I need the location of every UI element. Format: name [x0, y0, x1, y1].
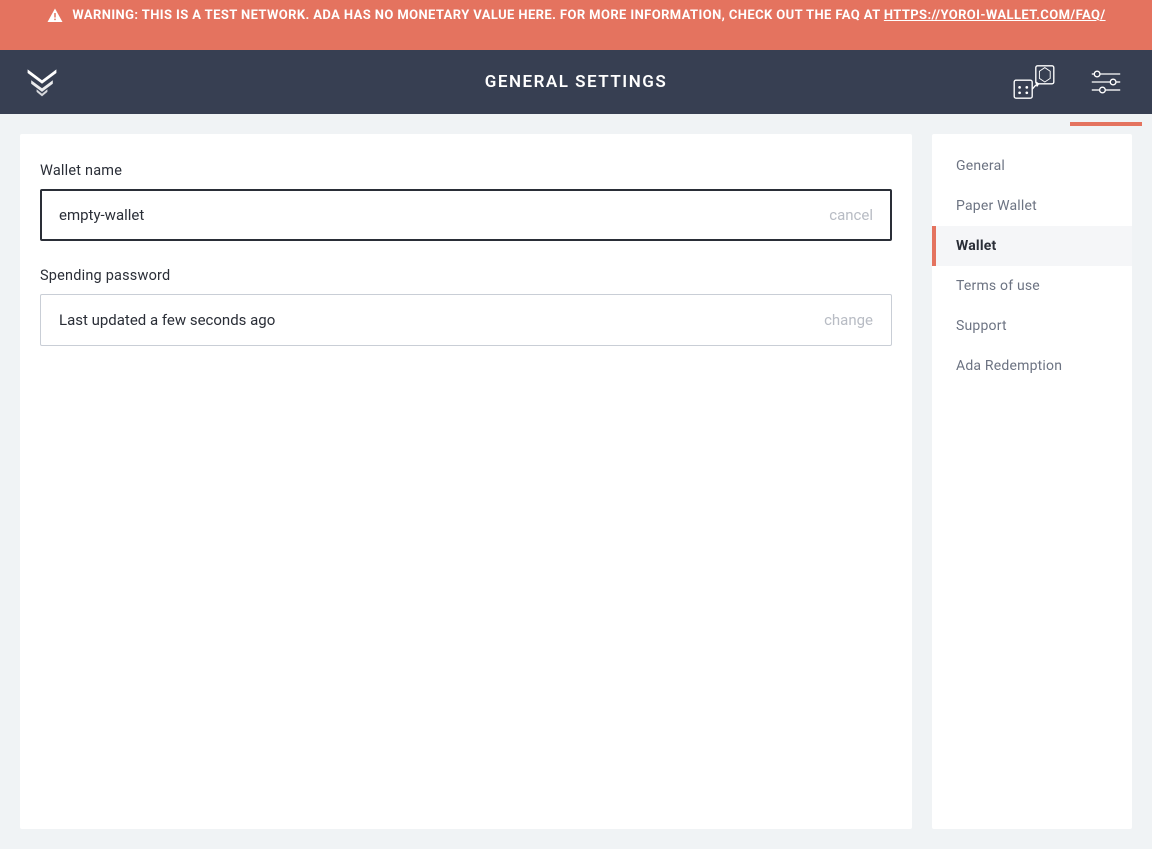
spending-password-status: Last updated a few seconds ago — [59, 311, 812, 329]
sidebar-item-paper-wallet[interactable]: Paper Wallet — [932, 186, 1132, 226]
sidebar-item-general[interactable]: General — [932, 146, 1132, 186]
page-title: GENERAL SETTINGS — [485, 72, 667, 92]
header-actions — [1012, 62, 1128, 102]
settings-nav-icon[interactable] — [1084, 62, 1128, 102]
sidebar-item-label: Terms of use — [956, 278, 1040, 294]
warning-triangle-icon — [46, 7, 64, 25]
wallet-name-field-group: Wallet name cancel — [40, 162, 892, 241]
wallet-name-cancel-button[interactable]: cancel — [829, 206, 873, 224]
sidebar-item-terms-of-use[interactable]: Terms of use — [932, 266, 1132, 306]
active-nav-indicator — [1070, 122, 1142, 126]
spending-password-change-button[interactable]: change — [824, 311, 873, 329]
spending-password-label: Spending password — [40, 267, 892, 284]
sidebar-item-label: Paper Wallet — [956, 198, 1037, 214]
content-area: Wallet name cancel Spending password Las… — [0, 114, 1152, 849]
settings-main-panel: Wallet name cancel Spending password Las… — [20, 134, 912, 829]
warning-text: WARNING: THIS IS A TEST NETWORK. ADA HAS… — [72, 6, 1105, 26]
sidebar-item-label: Ada Redemption — [956, 358, 1062, 374]
wallet-name-field-box[interactable]: cancel — [40, 189, 892, 241]
settings-sidebar: General Paper Wallet Wallet Terms of use… — [932, 134, 1132, 829]
sidebar-item-label: Support — [956, 318, 1007, 334]
sidebar-item-wallet[interactable]: Wallet — [932, 226, 1132, 266]
warning-faq-link[interactable]: HTTPS://YOROI-WALLET.COM/FAQ/ — [884, 8, 1106, 23]
sidebar-item-label: Wallet — [956, 238, 996, 254]
daedalus-transfer-nav-icon[interactable] — [1012, 62, 1056, 102]
test-network-warning-banner: WARNING: THIS IS A TEST NETWORK. ADA HAS… — [0, 0, 1152, 50]
spending-password-field-box: Last updated a few seconds ago change — [40, 294, 892, 346]
yoroi-logo-icon[interactable] — [24, 64, 60, 100]
wallet-name-label: Wallet name — [40, 162, 892, 179]
top-navigation-bar: GENERAL SETTINGS — [0, 50, 1152, 114]
warning-prefix: WARNING: THIS IS A TEST NETWORK. ADA HAS… — [72, 8, 883, 23]
sidebar-item-label: General — [956, 158, 1005, 174]
sidebar-item-ada-redemption[interactable]: Ada Redemption — [932, 346, 1132, 386]
wallet-name-input[interactable] — [59, 206, 817, 224]
spending-password-field-group: Spending password Last updated a few sec… — [40, 267, 892, 346]
sidebar-item-support[interactable]: Support — [932, 306, 1132, 346]
